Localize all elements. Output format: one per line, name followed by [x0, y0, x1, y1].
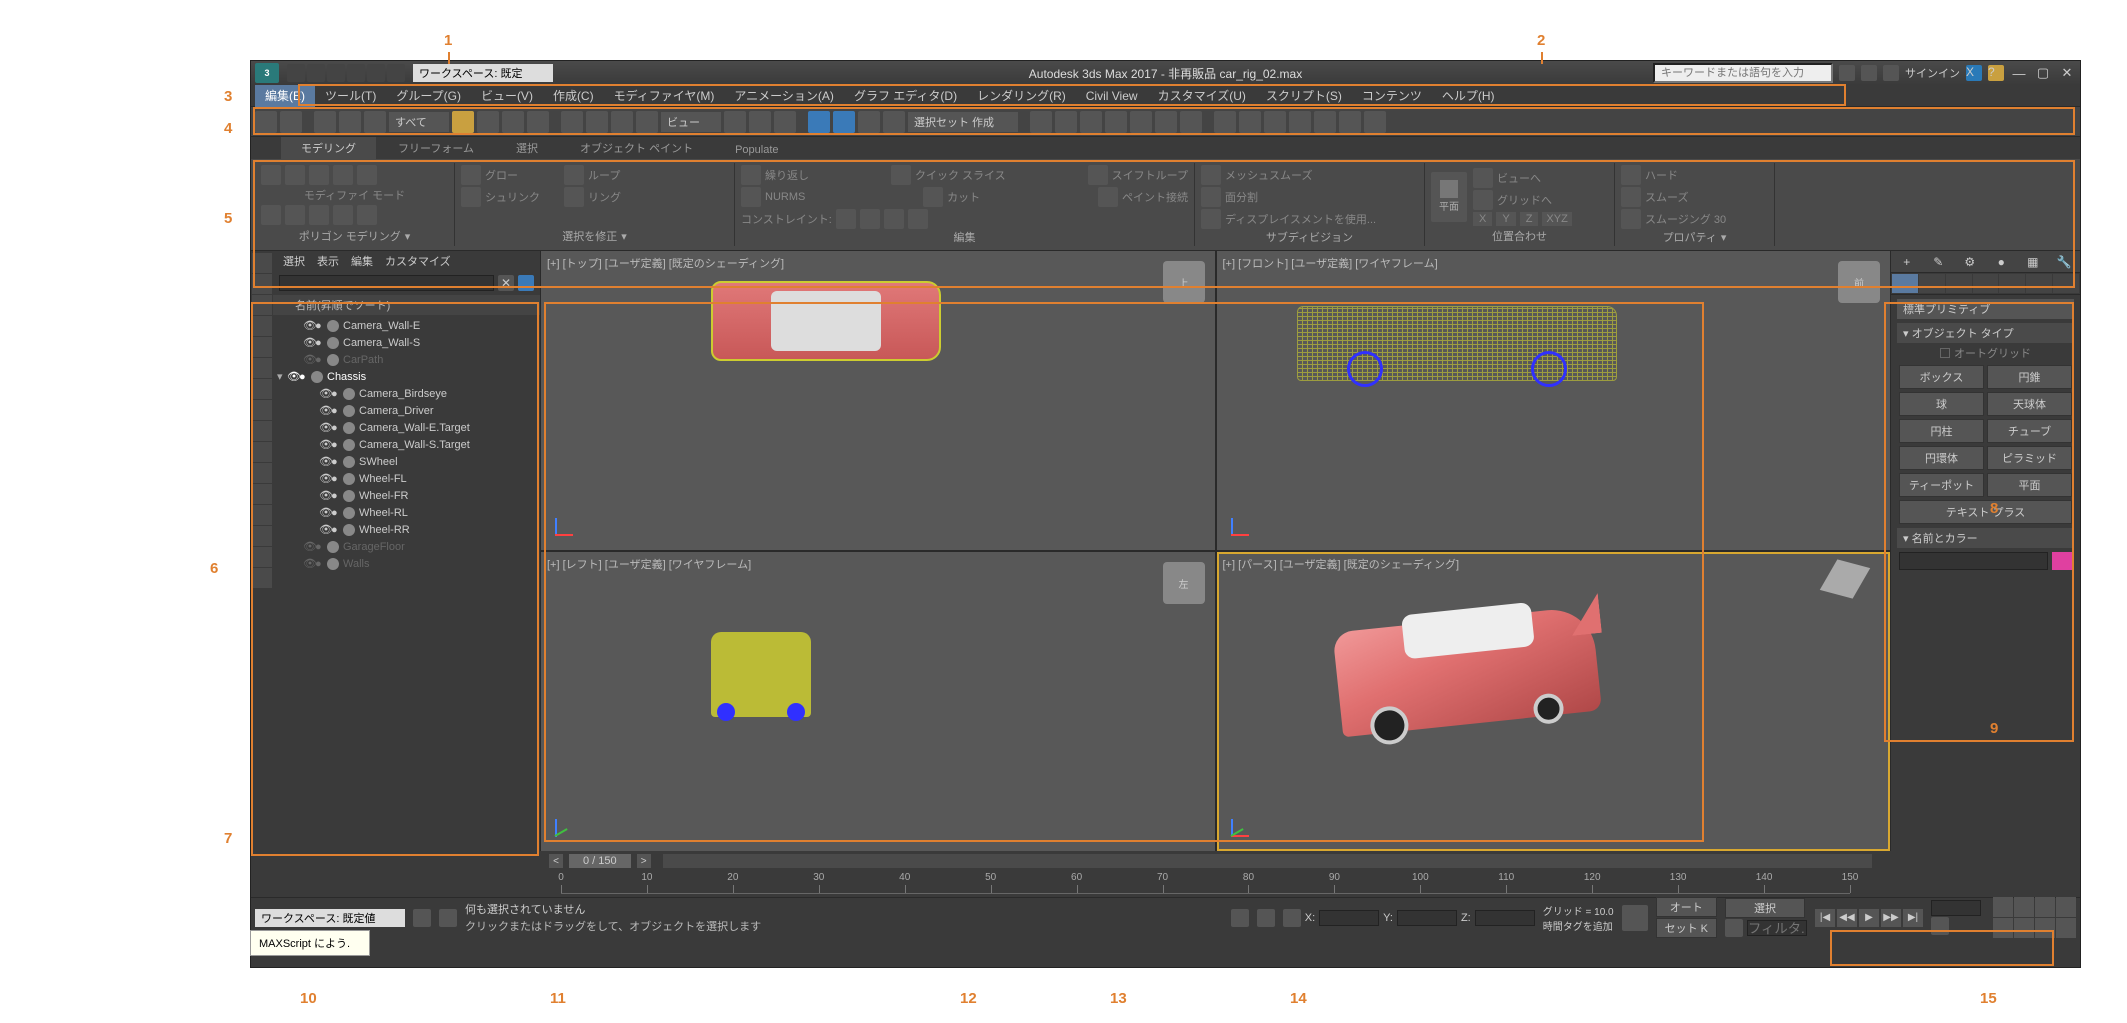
window-title: Autodesk 3ds Max 2017 - 非再販品 car_rig_02.… [1029, 65, 1302, 82]
play-icon[interactable]: ▶ [1859, 909, 1879, 927]
callout-2: 2 [1537, 32, 1545, 49]
layers-sb-icon[interactable] [413, 909, 431, 927]
toggle-sceneexplorer-icon[interactable] [439, 909, 457, 927]
z-coord-input[interactable] [1475, 910, 1535, 926]
help-icon[interactable]: ? [1988, 65, 2004, 81]
workspace-dropdown[interactable]: ワークスペース: 既定 [413, 64, 553, 82]
keyfilter-dropdown[interactable]: 選択 [1725, 898, 1805, 918]
viewcube-persp[interactable] [1828, 562, 1876, 610]
x-coord-input[interactable] [1319, 910, 1379, 926]
titlebar: 3 ワークスペース: 既定 Autodesk 3ds Max 2017 - 非再… [251, 61, 2080, 85]
workspace-statusbar-dropdown[interactable]: ワークスペース: 既定値 [255, 909, 405, 927]
a360-icon[interactable] [1861, 65, 1877, 81]
callout-11: 11 [550, 990, 566, 1007]
callout-5: 5 [224, 210, 232, 227]
x-label: X: [1305, 912, 1315, 924]
ribbon-tab-populate[interactable]: Populate [715, 141, 798, 159]
save-icon[interactable] [327, 64, 345, 82]
zoom-extents-all-icon[interactable] [2056, 897, 2076, 917]
y-coord-input[interactable] [1397, 910, 1457, 926]
callout-15: 15 [1980, 990, 1997, 1007]
callout-12: 12 [960, 990, 977, 1007]
search-icon[interactable] [1839, 65, 1855, 81]
playback-controls: |◀ ◀◀ ▶ ▶▶ ▶| [1815, 909, 1923, 927]
ribbon-tab-selection[interactable]: 選択 [496, 137, 558, 159]
next-frame-icon[interactable]: ▶▶ [1881, 909, 1901, 927]
open-icon[interactable] [307, 64, 325, 82]
ribbon-tab-objectpaint[interactable]: オブジェクト ペイント [560, 137, 713, 159]
callout-14: 14 [1290, 990, 1307, 1007]
lower-area: < 0 / 150 > 0102030405060708090100110120… [251, 851, 2080, 937]
exchange-icon[interactable]: X [1966, 65, 1982, 81]
y-label: Y: [1383, 912, 1393, 924]
maxscript-tooltip: MAXScript によう. [250, 930, 370, 956]
autokey-button[interactable]: オート [1656, 897, 1717, 917]
isolate-icon[interactable] [1257, 909, 1275, 927]
time-slider[interactable]: < 0 / 150 > [541, 851, 1880, 871]
current-frame-input[interactable] [1931, 900, 1981, 916]
ribbon-tab-modeling[interactable]: モデリング [281, 137, 376, 159]
favorites-icon[interactable] [1883, 65, 1899, 81]
callout-7: 7 [224, 830, 232, 847]
status-bar: ワークスペース: 既定値 何も選択されていません クリックまたはドラッグをして、… [251, 897, 2080, 937]
callout-6: 6 [210, 560, 218, 577]
signin-label[interactable]: サインイン [1905, 65, 1960, 81]
goto-start-icon[interactable]: |◀ [1815, 909, 1835, 927]
key-icon[interactable] [1725, 919, 1743, 937]
app-menu-icon[interactable]: 3 [255, 63, 279, 83]
project-icon[interactable] [387, 64, 405, 82]
keyfilter-input[interactable] [1747, 920, 1807, 936]
add-timetag[interactable]: 時間タグを追加 [1543, 918, 1614, 933]
zoom-all-icon[interactable] [2014, 897, 2034, 917]
infocenter-search-input[interactable] [1653, 63, 1833, 83]
selection-info: 何も選択されていません [465, 901, 761, 917]
ribbon-tab-freeform[interactable]: フリーフォーム [378, 137, 494, 159]
prompt-line: クリックまたはドラッグをして、オブジェクトを選択します [465, 918, 761, 934]
transform-typein-icon[interactable] [1283, 909, 1301, 927]
callout-3: 3 [224, 88, 232, 105]
callout-10: 10 [300, 990, 317, 1007]
minimize-icon[interactable]: — [2010, 64, 2028, 82]
ribbon-tabs: モデリング フリーフォーム 選択 オブジェクト ペイント Populate [251, 137, 2080, 159]
setkey-button[interactable]: セット K [1656, 918, 1717, 938]
close-icon[interactable]: ✕ [2058, 64, 2076, 82]
callout-13: 13 [1110, 990, 1127, 1007]
maximize-viewport-icon[interactable] [2056, 918, 2076, 938]
callout-4: 4 [224, 120, 232, 137]
track-ruler[interactable]: 0102030405060708090100110120130140150 [561, 874, 1850, 894]
z-label: Z: [1461, 912, 1471, 924]
redo-icon[interactable] [367, 64, 385, 82]
quick-access-toolbar [287, 64, 405, 82]
goto-end-icon[interactable]: ▶| [1903, 909, 1923, 927]
grid-setting: グリッド = 10.0 [1543, 903, 1614, 918]
time-next-icon[interactable]: > [637, 854, 651, 868]
zoom-icon[interactable] [1993, 897, 2013, 917]
track-bar[interactable]: 0102030405060708090100110120130140150 [531, 871, 1880, 897]
selection-lock-icon[interactable] [1231, 909, 1249, 927]
adaptive-degradation-icon[interactable] [1622, 905, 1648, 931]
new-icon[interactable] [287, 64, 305, 82]
time-slider-thumb[interactable]: 0 / 150 [569, 854, 631, 868]
prev-frame-icon[interactable]: ◀◀ [1837, 909, 1857, 927]
undo-icon[interactable] [347, 64, 365, 82]
time-prev-icon[interactable]: < [549, 854, 563, 868]
maximize-icon[interactable]: ▢ [2034, 64, 2052, 82]
callout-1: 1 [444, 32, 452, 49]
zoom-extents-icon[interactable] [2035, 897, 2055, 917]
